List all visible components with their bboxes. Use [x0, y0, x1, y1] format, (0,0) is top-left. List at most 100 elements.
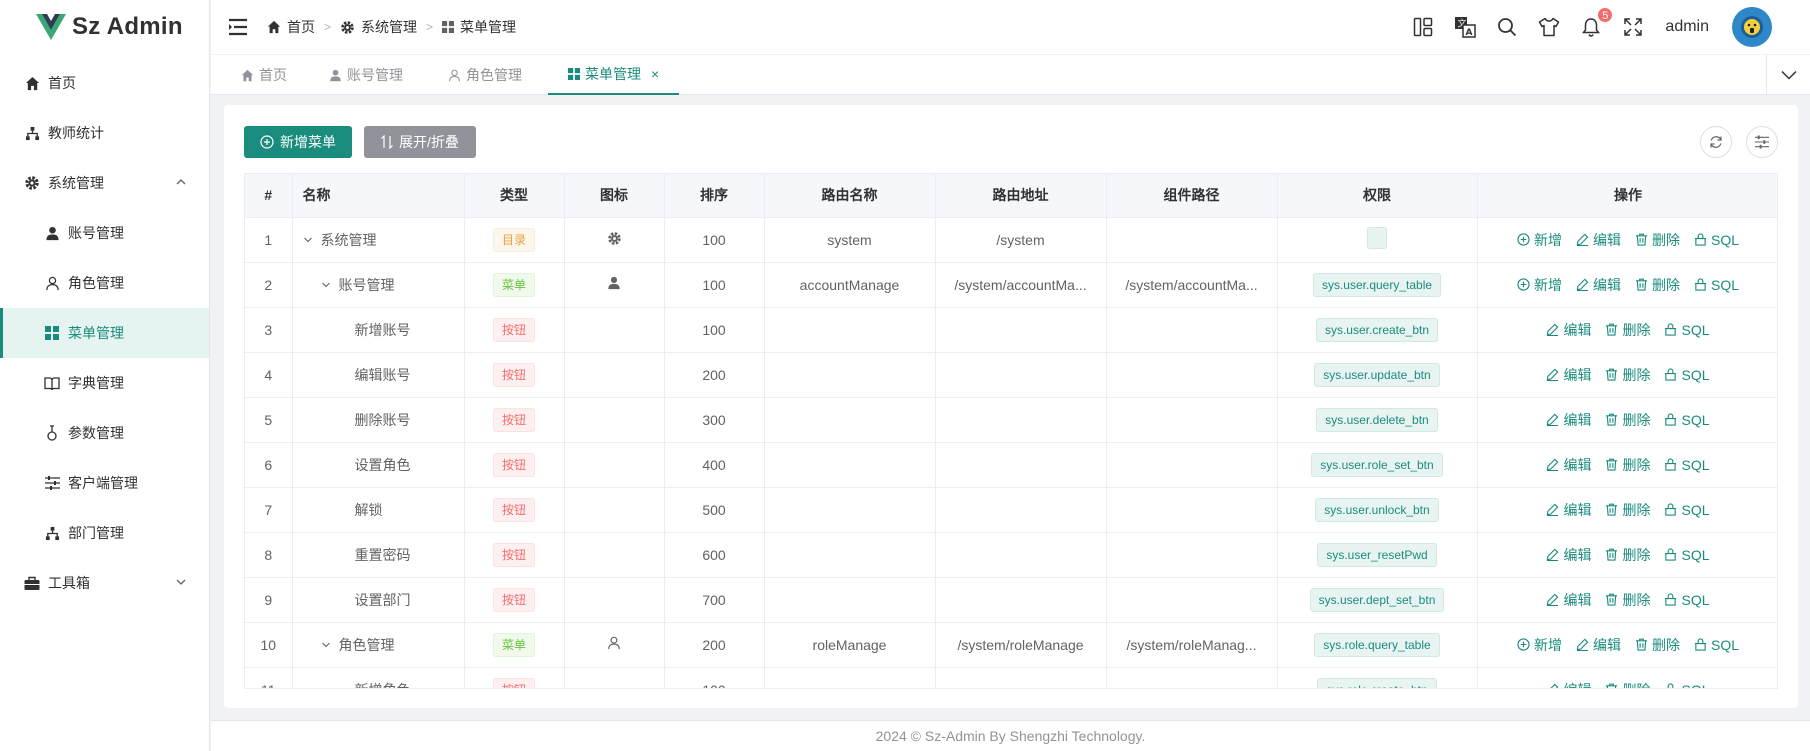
- delete-button[interactable]: 删除: [1605, 590, 1650, 610]
- delete-button[interactable]: 删除: [1605, 410, 1650, 430]
- cell-sort: 600: [664, 532, 765, 578]
- search-icon[interactable]: [1496, 16, 1518, 38]
- sidebar-item-dept[interactable]: 部门管理: [0, 508, 209, 558]
- cell-route-name: roleManage: [764, 622, 936, 668]
- cell-route-path: /system/accountMa...: [935, 262, 1107, 308]
- sql-button[interactable]: SQL: [1664, 457, 1710, 473]
- delete-button[interactable]: 删除: [1605, 545, 1650, 565]
- cell-permission: sys.user.delete_btn: [1277, 397, 1478, 443]
- avatar-image-icon: [1741, 16, 1763, 38]
- breadcrumb-system[interactable]: 系统管理: [340, 17, 417, 37]
- edit-button[interactable]: 编辑: [1546, 590, 1591, 610]
- add-child-button[interactable]: 新增: [1517, 635, 1562, 655]
- sql-button[interactable]: SQL: [1664, 502, 1710, 518]
- permission-tag: sys.user_resetPwd: [1317, 542, 1437, 567]
- refresh-button[interactable]: [1700, 126, 1732, 158]
- delete-button[interactable]: 删除: [1605, 320, 1650, 340]
- sql-button[interactable]: SQL: [1664, 322, 1710, 338]
- sidebar-item-account[interactable]: 账号管理: [0, 208, 209, 258]
- op-label: 删除: [1622, 591, 1651, 608]
- edit-button[interactable]: 编辑: [1546, 455, 1591, 475]
- layout-icon[interactable]: [1412, 16, 1434, 38]
- delete-button[interactable]: 删除: [1605, 680, 1650, 688]
- tab-menu[interactable]: 菜单管理 ×: [548, 55, 680, 95]
- fullscreen-icon[interactable]: [1622, 16, 1644, 38]
- sidebar-item-home[interactable]: 首页: [0, 58, 209, 108]
- username[interactable]: admin: [1665, 18, 1709, 36]
- edit-button[interactable]: 编辑: [1576, 275, 1621, 295]
- column-settings-button[interactable]: [1746, 126, 1778, 158]
- avatar[interactable]: [1732, 7, 1772, 47]
- tab-role[interactable]: 角色管理: [448, 55, 522, 95]
- edit-button[interactable]: 编辑: [1576, 635, 1621, 655]
- cell-name: 删除账号: [292, 397, 465, 443]
- sidebar-item-params[interactable]: 参数管理: [0, 408, 209, 458]
- sql-button[interactable]: SQL: [1664, 682, 1710, 688]
- add-menu-button[interactable]: 新增菜单: [244, 126, 352, 158]
- add-child-button[interactable]: 新增: [1517, 230, 1562, 250]
- expand-collapse-button[interactable]: 展开/折叠: [364, 126, 476, 158]
- sidebar-item-system[interactable]: 系统管理: [0, 158, 209, 208]
- tab-account[interactable]: 账号管理: [329, 55, 403, 95]
- delete-button[interactable]: 删除: [1605, 365, 1650, 385]
- edit-button[interactable]: 编辑: [1546, 545, 1591, 565]
- app-logo[interactable]: Sz Admin: [0, 0, 209, 54]
- sql-icon: [1665, 323, 1677, 336]
- sql-button[interactable]: SQL: [1694, 232, 1739, 248]
- table-row: 2 账号管理 菜单 100 accountManage/system/accountMa…: [245, 262, 1777, 308]
- edit-button[interactable]: 编辑: [1546, 500, 1591, 520]
- delete-button[interactable]: 删除: [1635, 230, 1680, 250]
- breadcrumb-label: 首页: [287, 19, 315, 35]
- edit-button[interactable]: 编辑: [1546, 410, 1591, 430]
- column-header-route-path: 路由地址: [935, 174, 1107, 218]
- sql-button[interactable]: SQL: [1664, 547, 1710, 563]
- delete-icon: [1635, 233, 1648, 246]
- tree-expand-chevron-icon[interactable]: [321, 640, 331, 650]
- cell-icon: [564, 397, 665, 443]
- translate-icon[interactable]: 文A: [1454, 16, 1477, 38]
- type-tag: 按钮: [492, 317, 535, 342]
- sidebar-item-toolbox[interactable]: 工具箱: [0, 558, 209, 608]
- collapse-menu-icon[interactable]: [227, 16, 249, 38]
- delete-button[interactable]: 删除: [1635, 635, 1680, 655]
- sidebar-item-menu[interactable]: 菜单管理: [0, 308, 209, 358]
- edit-button[interactable]: 编辑: [1576, 230, 1621, 250]
- cell-component: [1106, 307, 1278, 353]
- tabs-more-dropdown[interactable]: [1766, 55, 1810, 95]
- edit-button[interactable]: 编辑: [1546, 365, 1591, 385]
- menu-name: 系统管理: [320, 231, 377, 248]
- add-child-button[interactable]: 新增: [1517, 275, 1562, 295]
- sql-button[interactable]: SQL: [1694, 637, 1739, 653]
- permission-tag: sys.user.role_set_btn: [1311, 452, 1443, 477]
- delete-button[interactable]: 删除: [1635, 275, 1680, 295]
- delete-button[interactable]: 删除: [1605, 500, 1650, 520]
- sidebar-item-teacher-stats[interactable]: 教师统计: [0, 108, 209, 158]
- cell-name: 新增角色: [292, 667, 465, 688]
- sidebar-item-role[interactable]: 角色管理: [0, 258, 209, 308]
- delete-icon: [1606, 593, 1618, 606]
- tab-home[interactable]: 首页: [241, 55, 287, 95]
- edit-button[interactable]: 编辑: [1546, 320, 1591, 340]
- tree-expand-chevron-icon[interactable]: [303, 235, 313, 245]
- table-row: 5 删除账号 按钮 300 sys.user.delete_btn 编辑 删除 SQL: [245, 397, 1777, 443]
- menu-name: 设置角色: [354, 456, 411, 473]
- permission-tag: sys.role.create_btn: [1317, 677, 1437, 688]
- theme-shirt-icon[interactable]: [1538, 16, 1560, 38]
- sql-button[interactable]: SQL: [1664, 367, 1710, 383]
- sql-button[interactable]: SQL: [1664, 592, 1710, 608]
- delete-button[interactable]: 删除: [1605, 455, 1650, 475]
- sql-button[interactable]: SQL: [1664, 412, 1710, 428]
- cell-name: 新增账号: [292, 307, 465, 353]
- sidebar-item-dict[interactable]: 字典管理: [0, 358, 209, 408]
- tab-close-icon[interactable]: ×: [651, 66, 659, 82]
- type-tag: 菜单: [492, 632, 535, 657]
- edit-button[interactable]: 编辑: [1546, 680, 1591, 688]
- notification-bell-icon[interactable]: 5: [1580, 7, 1614, 38]
- breadcrumb-home[interactable]: 首页: [267, 17, 315, 37]
- cell-route-name: accountManage: [764, 262, 936, 308]
- cell-actions: 新增 编辑 删除 SQL: [1477, 622, 1777, 668]
- sidebar-item-label: 首页: [48, 75, 76, 91]
- sql-button[interactable]: SQL: [1694, 277, 1739, 293]
- sidebar-item-client[interactable]: 客户端管理: [0, 458, 209, 508]
- tree-expand-chevron-icon[interactable]: [321, 280, 331, 290]
